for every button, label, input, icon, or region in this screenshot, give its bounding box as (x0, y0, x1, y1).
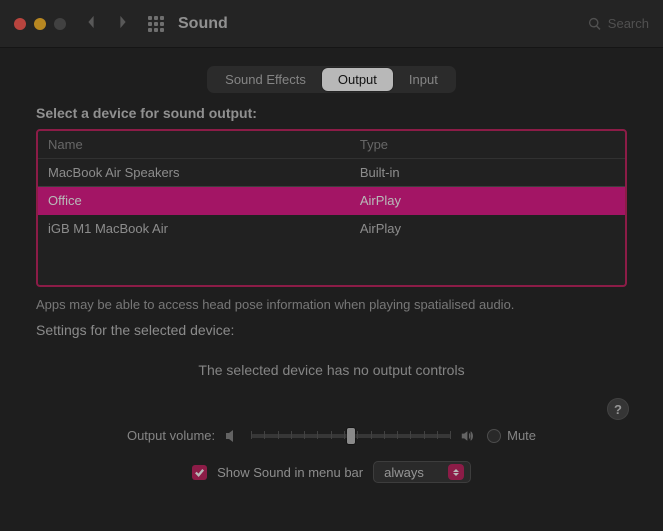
search-placeholder: Search (608, 16, 649, 31)
column-name: Name (48, 137, 360, 152)
column-type: Type (360, 137, 615, 152)
menubar-visibility-select[interactable]: always (373, 461, 471, 483)
device-name: MacBook Air Speakers (48, 165, 360, 180)
spatial-audio-note: Apps may be able to access head pose inf… (36, 297, 627, 312)
forward-button[interactable] (116, 15, 130, 32)
tab-sound-effects[interactable]: Sound Effects (209, 68, 322, 91)
show-in-menubar-label: Show Sound in menu bar (217, 465, 363, 480)
device-type: Built-in (360, 165, 615, 180)
device-settings-label: Settings for the selected device: (36, 322, 627, 338)
show-all-prefs-button[interactable] (148, 16, 164, 32)
nav-arrows (84, 15, 130, 32)
minimize-window-button[interactable] (34, 18, 46, 30)
tabs-row: Sound Effects Output Input (0, 66, 663, 93)
window-title: Sound (178, 15, 228, 33)
search-icon (588, 17, 602, 31)
output-volume-slider[interactable] (251, 434, 451, 438)
back-button[interactable] (84, 15, 98, 32)
device-name: iGB M1 MacBook Air (48, 221, 360, 236)
slider-knob[interactable] (347, 428, 355, 444)
output-volume-row: Output volume: Mute (0, 428, 663, 443)
device-row-selected[interactable]: Office AirPlay (38, 187, 625, 215)
show-in-menubar-checkbox[interactable] (192, 465, 207, 480)
mute-label: Mute (507, 428, 536, 443)
device-type: AirPlay (360, 221, 615, 236)
window-controls (14, 18, 66, 30)
device-list-empty-space (38, 243, 625, 285)
select-value: always (384, 465, 424, 480)
maximize-window-button[interactable] (54, 18, 66, 30)
no-output-controls-text: The selected device has no output contro… (36, 362, 627, 378)
mute-checkbox[interactable] (487, 429, 501, 443)
tab-output[interactable]: Output (322, 68, 393, 91)
volume-high-icon (461, 429, 477, 443)
device-list-header: Name Type (38, 131, 625, 159)
close-window-button[interactable] (14, 18, 26, 30)
device-row[interactable]: iGB M1 MacBook Air AirPlay (38, 215, 625, 243)
device-type: AirPlay (360, 193, 615, 208)
output-volume-label: Output volume: (127, 428, 215, 443)
output-device-list: Name Type MacBook Air Speakers Built-in … (36, 129, 627, 287)
tabs: Sound Effects Output Input (207, 66, 456, 93)
volume-low-icon (225, 429, 241, 443)
mute-group: Mute (487, 428, 536, 443)
device-row[interactable]: MacBook Air Speakers Built-in (38, 159, 625, 187)
select-output-label: Select a device for sound output: (36, 105, 627, 121)
menubar-option-row: Show Sound in menu bar always (0, 461, 663, 483)
tab-input[interactable]: Input (393, 68, 454, 91)
device-name: Office (48, 193, 360, 208)
titlebar: Sound Search (0, 0, 663, 48)
search-field[interactable]: Search (588, 16, 649, 31)
help-button[interactable]: ? (607, 398, 629, 420)
check-icon (194, 467, 205, 478)
select-stepper-icon (448, 464, 464, 480)
